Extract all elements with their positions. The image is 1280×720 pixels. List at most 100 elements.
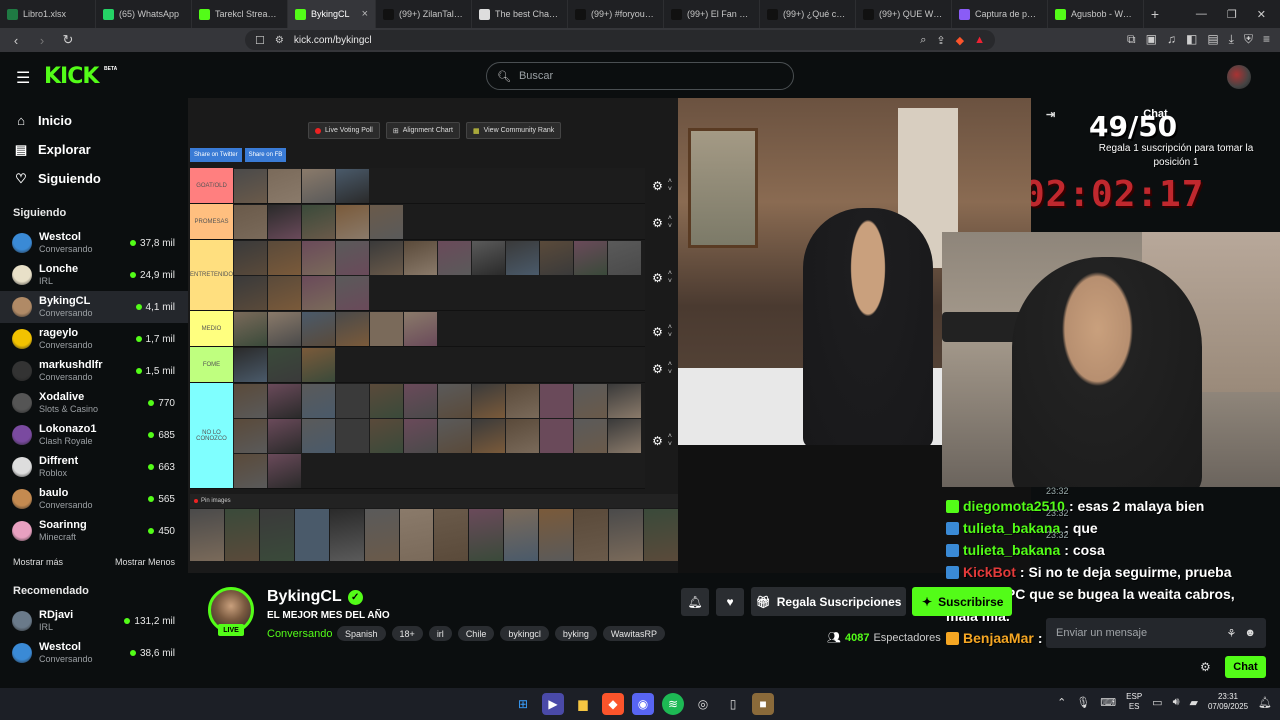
tierlist-button[interactable]: ⊞ Alignment Chart xyxy=(385,122,460,139)
tier-item-image[interactable] xyxy=(268,348,301,382)
browser-tab[interactable]: The best ChatBot xyxy=(472,0,568,28)
tier-item-image[interactable] xyxy=(574,241,607,275)
tier-item-image[interactable] xyxy=(438,384,471,418)
share-button[interactable]: Share on Twitter xyxy=(190,148,242,162)
back-icon[interactable]: ‹ xyxy=(6,33,26,48)
user-avatar[interactable] xyxy=(1227,65,1251,89)
restore-icon[interactable]: ❐ xyxy=(1227,8,1237,21)
tier-item-image[interactable] xyxy=(404,384,437,418)
browser-tab[interactable]: (65) WhatsApp xyxy=(96,0,192,28)
tier-item-image[interactable] xyxy=(234,169,267,203)
chat-username[interactable]: tulieta_bakana xyxy=(963,542,1060,558)
browser-tab[interactable]: Tarekcl Stream - V xyxy=(192,0,288,28)
stream-tag[interactable]: Chile xyxy=(457,626,495,641)
channel-item[interactable]: Diffrent Roblox 663 xyxy=(0,451,188,483)
tier-item-image[interactable] xyxy=(302,384,335,418)
follow-button[interactable]: ♥ xyxy=(716,588,744,616)
tier-item-image[interactable] xyxy=(438,241,471,275)
tierlist-button[interactable]: Live Voting Poll xyxy=(308,122,380,139)
pinned-image[interactable] xyxy=(294,509,329,561)
brave-rewards-icon[interactable]: ▲ xyxy=(974,34,985,47)
channel-item[interactable]: BykingCL Conversando 4,1 mil xyxy=(0,291,188,323)
network-icon[interactable]: ▭ xyxy=(1152,696,1162,709)
tier-item-image[interactable] xyxy=(336,276,369,310)
gift-subs-button[interactable]: 🎁︎ Regala Suscripciones xyxy=(751,587,906,616)
steam-icon[interactable]: ◎ xyxy=(692,693,714,715)
tier-item-image[interactable] xyxy=(540,241,573,275)
tier-item-image[interactable] xyxy=(438,419,471,453)
tier-label[interactable]: FOME xyxy=(190,347,233,382)
pinned-image[interactable] xyxy=(364,509,399,561)
share-button[interactable]: Share on FB xyxy=(244,148,287,162)
channel-item[interactable]: Xodalive Slots & Casino 770 xyxy=(0,387,188,419)
tier-item-image[interactable] xyxy=(472,419,505,453)
tier-item-image[interactable] xyxy=(302,169,335,203)
media-icon[interactable]: ♫ xyxy=(1167,32,1176,47)
file-explorer-icon[interactable]: ▆ xyxy=(572,693,594,715)
tier-item-image[interactable] xyxy=(336,312,369,346)
chat-username[interactable]: BenjaaMar xyxy=(963,630,1034,646)
tier-item-image[interactable] xyxy=(268,384,301,418)
browser-tab[interactable]: Agusbob - Watch xyxy=(1048,0,1144,28)
chevron-down-icon[interactable]: ˅ xyxy=(668,186,672,194)
streamer-name[interactable]: BykingCL xyxy=(267,588,342,606)
browser-tab[interactable]: (99+) ZilanTalk Cl xyxy=(376,0,472,28)
channel-item[interactable]: Lokonazo1 Clash Royale 685 xyxy=(0,419,188,451)
stream-tag[interactable]: WawitasRP xyxy=(602,626,666,641)
tierlist-button[interactable]: ▦ View Community Rank xyxy=(465,122,562,139)
pinned-image[interactable] xyxy=(539,509,574,561)
browser-tab[interactable]: (99+) QUE WEON xyxy=(856,0,952,28)
search-input[interactable] xyxy=(518,70,779,82)
tier-item-image[interactable] xyxy=(268,312,301,346)
tier-item-image[interactable] xyxy=(268,205,301,239)
video-player[interactable]: Live Voting Poll ⊞ Alignment Chart ▦ View Co… xyxy=(188,98,1031,573)
sidebar-nav-explorar[interactable]: ▤ Explorar xyxy=(0,135,188,164)
volume-icon[interactable]: 🔊︎ xyxy=(1173,696,1180,709)
tier-item-image[interactable] xyxy=(336,169,369,203)
chevron-up-icon[interactable]: ˄ xyxy=(668,324,672,332)
tier-item-image[interactable] xyxy=(404,241,437,275)
language-indicator[interactable]: ESP ES xyxy=(1126,692,1142,712)
chat-input-box[interactable]: ⚘ ☻ xyxy=(1046,618,1266,648)
reload-icon[interactable]: ↻ xyxy=(58,32,78,48)
tier-item-image[interactable] xyxy=(268,169,301,203)
close-window-icon[interactable]: ✕ xyxy=(1257,8,1266,21)
download-icon[interactable]: ⤓ xyxy=(1229,32,1234,47)
tier-label[interactable]: ENTRETENIDO xyxy=(190,240,233,310)
chat-input[interactable] xyxy=(1056,627,1219,639)
channel-item[interactable]: RDjavi IRL 131,2 mil xyxy=(0,605,188,637)
extensions-icon[interactable]: ⧉ xyxy=(1127,32,1136,47)
tier-settings-icon[interactable]: ⚙ xyxy=(652,362,663,376)
tier-item-image[interactable] xyxy=(234,348,267,382)
tier-item-image[interactable] xyxy=(370,241,403,275)
tier-settings-icon[interactable]: ⚙ xyxy=(652,271,663,285)
channel-item[interactable]: baulo Conversando 565 xyxy=(0,483,188,515)
tier-label[interactable]: MEDIO xyxy=(190,311,233,346)
tier-item-image[interactable] xyxy=(234,241,267,275)
tier-item-image[interactable] xyxy=(268,276,301,310)
browser-tab[interactable]: Libro1.xlsx xyxy=(0,0,96,28)
tier-item-image[interactable] xyxy=(336,419,369,453)
chat-settings-icon[interactable]: ⚙ xyxy=(1200,660,1211,674)
browser-tab[interactable]: (99+) #foryou #fo xyxy=(568,0,664,28)
document-icon[interactable]: ▯ xyxy=(722,693,744,715)
emote-tools-icon[interactable]: ⚘ xyxy=(1227,627,1237,640)
tier-item-image[interactable] xyxy=(540,419,573,453)
tier-item-image[interactable] xyxy=(574,384,607,418)
stream-tag[interactable]: irl xyxy=(428,626,452,641)
chevron-up-icon[interactable]: ˄ xyxy=(668,433,672,441)
share-icon[interactable]: ⇪ xyxy=(936,34,945,47)
vpn-icon[interactable]: ⛨ xyxy=(1244,32,1253,47)
sidebar-toggle-icon[interactable]: ◧ xyxy=(1186,32,1197,47)
pinned-image[interactable] xyxy=(643,509,678,561)
new-tab-button[interactable]: + xyxy=(1144,6,1166,22)
tier-item-image[interactable] xyxy=(234,276,267,310)
kick-logo[interactable]: KICK xyxy=(44,64,99,89)
browser-tab[interactable]: (99+) El Fan No. 1 xyxy=(664,0,760,28)
tier-item-image[interactable] xyxy=(370,384,403,418)
pinned-image[interactable] xyxy=(574,509,609,561)
chevron-down-icon[interactable]: ˅ xyxy=(668,278,672,286)
stream-tag[interactable]: byking xyxy=(554,626,597,641)
chat-send-button[interactable]: Chat xyxy=(1225,656,1266,678)
notification-bell-button[interactable]: 🔔︎ xyxy=(681,588,709,616)
